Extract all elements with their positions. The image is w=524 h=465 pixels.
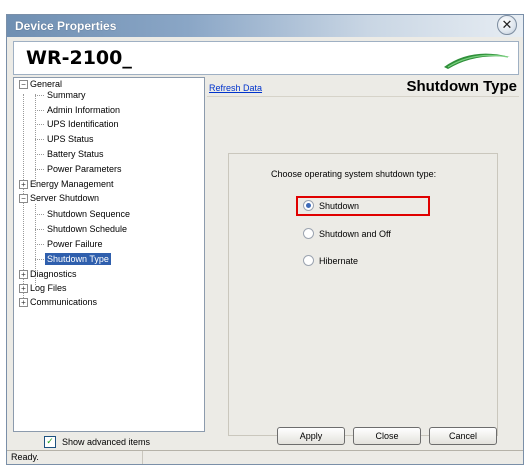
tree-connector [35, 139, 44, 140]
show-advanced-label: Show advanced items [62, 437, 151, 447]
tree-item-battery-status[interactable]: Battery Status [47, 148, 104, 160]
expand-energy-management-icon[interactable]: + [19, 180, 28, 189]
navigation-tree: − General Summary Admin Information UPS … [13, 77, 205, 432]
status-text: Ready. [11, 452, 39, 462]
tree-connector [35, 95, 44, 96]
tree-item-diagnostics[interactable]: Diagnostics [30, 268, 77, 280]
tree-connector [35, 214, 44, 215]
tree-item-energy-management[interactable]: Energy Management [30, 178, 114, 190]
cancel-label: Cancel [448, 431, 477, 441]
tree-connector [35, 229, 44, 230]
close-label: Close [375, 431, 399, 441]
expand-communications-icon[interactable]: + [19, 298, 28, 307]
apply-label: Apply [299, 431, 323, 441]
radio-option-hibernate[interactable]: Hibernate [303, 254, 358, 268]
tree-item-summary[interactable]: Summary [47, 89, 86, 101]
tree-item-communications[interactable]: Communications [30, 296, 97, 308]
expand-log-files-icon[interactable]: + [19, 284, 28, 293]
collapse-server-shutdown-icon[interactable]: − [19, 194, 28, 203]
show-advanced-items-toggle[interactable]: ✓ Show advanced items [44, 435, 150, 449]
cancel-button[interactable]: Cancel [429, 427, 497, 445]
brand-swoosh-icon [444, 53, 510, 69]
close-icon: ✕ [501, 17, 513, 32]
tree-item-ups-status[interactable]: UPS Status [47, 133, 94, 145]
status-bar-panel [142, 451, 523, 464]
tree-item-power-failure[interactable]: Power Failure [47, 238, 103, 250]
selection-highlight-box [296, 196, 430, 216]
tree-connector [35, 154, 44, 155]
close-button[interactable]: Close [353, 427, 421, 445]
tree-item-log-files[interactable]: Log Files [30, 282, 67, 294]
device-model-name: WR-2100_ [26, 47, 132, 69]
tree-connector [35, 259, 44, 260]
radio-option-shutdown-and-off[interactable]: Shutdown and Off [303, 227, 391, 241]
tree-item-shutdown-sequence[interactable]: Shutdown Sequence [47, 208, 130, 220]
expand-diagnostics-icon[interactable]: + [19, 270, 28, 279]
tree-connector [35, 110, 44, 111]
title-bar: Device Properties ✕ [7, 15, 523, 37]
window-title: Device Properties [15, 19, 117, 33]
device-properties-window: Device Properties ✕ WR-2100_ − General S… [6, 14, 524, 465]
radio-unselected-icon[interactable] [303, 255, 314, 267]
apply-button[interactable]: Apply [277, 427, 345, 445]
tree-item-server-shutdown[interactable]: Server Shutdown [30, 192, 99, 204]
status-bar: Ready. [7, 450, 523, 464]
refresh-data-link[interactable]: Refresh Data [209, 83, 262, 93]
content-pane: Refresh Data Shutdown Type Choose operat… [207, 77, 519, 436]
section-divider [207, 96, 519, 97]
tree-connector [35, 244, 44, 245]
tree-item-shutdown-schedule[interactable]: Shutdown Schedule [47, 223, 127, 235]
radio-label: Hibernate [319, 256, 359, 266]
radio-unselected-icon[interactable] [303, 228, 314, 240]
show-advanced-checkbox[interactable]: ✓ [44, 435, 56, 448]
device-header: WR-2100_ [13, 41, 519, 75]
tree-connector [35, 124, 44, 125]
close-window-button[interactable]: ✕ [497, 15, 517, 35]
section-title: Shutdown Type [406, 78, 517, 95]
tree-connector [35, 169, 44, 170]
tree-item-shutdown-type[interactable]: Shutdown Type [45, 253, 111, 265]
check-icon: ✓ [46, 435, 54, 446]
collapse-general-icon[interactable]: − [19, 80, 28, 89]
shutdown-type-prompt: Choose operating system shutdown type: [271, 169, 437, 179]
tree-item-admin-information[interactable]: Admin Information [47, 104, 120, 116]
tree-item-ups-identification[interactable]: UPS Identification [47, 118, 119, 130]
radio-label: Shutdown and Off [319, 229, 391, 239]
tree-item-power-parameters[interactable]: Power Parameters [47, 163, 122, 175]
